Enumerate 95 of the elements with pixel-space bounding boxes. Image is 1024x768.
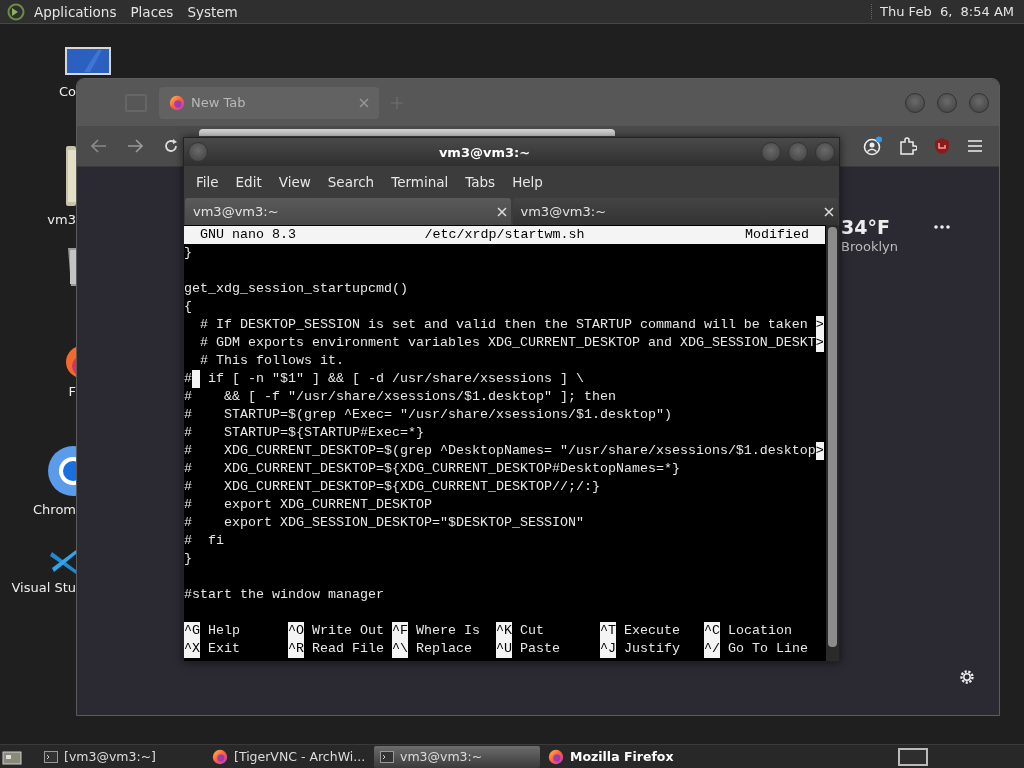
shortcut-label: Replace [415,640,472,658]
shortcut-label: Go To Line [727,640,808,658]
file-name: /etc/xrdp/startwm.sh [423,226,586,244]
overflow-marker: > [815,316,824,334]
menu-item[interactable]: Search [319,174,383,190]
nano-version: GNU nano 8.3 [199,226,297,244]
code-line: # XDG_CURRENT_DESKTOP=${XDG_CURRENT_DESKTOP//;/:} [184,478,600,496]
shortcut-key: ^J [600,640,616,658]
menu-item[interactable]: Help [504,174,551,190]
desktop-icon-label[interactable]: vm3 [47,212,76,227]
code-line: # export XDG_CURRENT_DESKTOP [184,496,432,514]
menu-item[interactable]: Edit [227,174,270,190]
settings-icon[interactable] [959,669,975,685]
show-desktop-icon[interactable] [2,748,22,765]
code-line: # XDG_CURRENT_DESKTOP=${XDG_CURRENT_DESKTOP#DesktopNames=*} [184,460,680,478]
code-line: # export XDG_SESSION_DESKTOP="$DESKTOP_SESSION" [184,514,584,532]
shortcut-label: Write Out [311,622,384,640]
shortcut-key: ^G [184,622,200,640]
modified-status: Modified [744,226,810,244]
shortcut-key: ^K [496,622,512,640]
task-button[interactable]: Mozilla Firefox [542,745,708,768]
shortcut-label: Paste [519,640,560,658]
shortcut-label: Location [727,622,792,640]
shortcut-key: ^R [288,640,304,658]
puzzle-icon[interactable] [899,137,917,155]
terminal-tab[interactable]: vm3@vm3:~ [185,198,511,225]
code-line: # && [ -f "/usr/share/xsessions/$1.desktop" ]; then [184,388,616,406]
code-line: # If DESKTOP_SESSION is set and valid then the STARTUP command will be taken [199,316,809,334]
code-line: # GDM exports environment variables XDG_CURRENT_DESKTOP and XDG_SESSION_DESKT [199,334,816,352]
clock[interactable]: Thu Feb 6, 8:54 AM [871,4,1018,19]
code-line: # STARTUP=${STARTUP#Exec=*} [184,424,424,442]
weather-location: Brooklyn [841,239,898,254]
reload-icon[interactable] [163,138,179,154]
panel-menu[interactable]: Places [124,3,180,20]
code-line: # STARTUP=$(grep ^Exec= "/usr/share/xsessions/$1.desktop") [184,406,672,424]
shortcut-key: ^X [184,640,200,658]
firefox-icon [169,94,185,111]
shortcut-label: Cut [519,622,544,640]
shortcut-key: ^F [392,622,408,640]
shortcut-key: ^C [704,622,720,640]
shortcut-key: ^\ [392,640,408,658]
code-line: } [184,550,192,568]
shortcut-key: ^O [288,622,304,640]
code-line: #start the window manager [184,586,384,604]
shortcut-label: Exit [207,640,240,658]
forward-icon[interactable] [127,139,143,153]
shortcut-label: Execute [623,622,680,640]
menu-item[interactable]: View [270,174,319,190]
terminal-icon [380,750,394,763]
address-field[interactable] [199,129,615,136]
shortcut-key: ^T [600,622,616,640]
overflow-marker: > [815,442,824,460]
code-line: if [ -n "$1" ] && [ -d /usr/share/xsessions ] \ [207,370,584,388]
code-line: { [184,298,192,316]
shield-icon[interactable] [933,137,951,155]
code-line: # XDG_CURRENT_DESKTOP=$(grep ^DesktopNames= "/usr/share/xsessions/$1.desktop [184,442,816,460]
menu-icon[interactable] [967,139,983,153]
code-line: # [184,370,192,388]
desktop-icon-label[interactable]: Chrom [33,502,76,517]
shortcut-key: ^U [496,640,512,658]
task-button[interactable]: vm3@vm3:~ [374,745,540,768]
account-icon[interactable] [863,136,883,156]
shortcut-label: Justify [623,640,680,658]
panel-menu[interactable]: Applications [28,3,123,20]
weather-temperature: 34°F [841,215,891,239]
firefox-icon [212,748,228,765]
workspace-switcher[interactable] [898,747,928,766]
desktop-icon-label[interactable]: Visual Stu [11,580,76,595]
text-cursor [192,370,200,388]
menu-item[interactable]: File [188,174,227,190]
task-button[interactable]: [TigerVNC - ArchWi... [206,745,372,768]
code-line: get_xdg_session_startupcmd() [184,280,408,298]
scrollbar[interactable] [826,225,839,661]
window-title: vm3@vm3:~ [437,144,532,160]
shortcut-label: Where Is [415,622,480,640]
shortcut-key: ^/ [704,640,720,658]
firefox-icon [548,748,564,765]
code-line: } [184,244,192,262]
scrollbar-thumb[interactable] [828,227,837,647]
shortcut-label: Read File [311,640,384,658]
back-icon[interactable] [91,139,107,153]
code-line: # fi [184,532,224,550]
menu-item[interactable]: Terminal [383,174,457,190]
task-button[interactable]: [vm3@vm3:~] [38,745,204,768]
shortcut-label: Help [207,622,240,640]
code-line: # This follows it. [199,352,344,370]
menu-item[interactable]: Tabs [457,174,504,190]
panel-menu[interactable]: System [181,3,244,20]
distro-logo-icon[interactable] [6,2,26,21]
terminal-icon [44,750,58,763]
terminal-tab[interactable]: vm3@vm3:~ [512,198,838,225]
desktop-icon-label[interactable]: Co [58,84,76,99]
desktop-icon-label[interactable]: F [68,384,76,399]
more-icon[interactable] [933,225,950,229]
monitor-icon[interactable] [64,46,112,78]
